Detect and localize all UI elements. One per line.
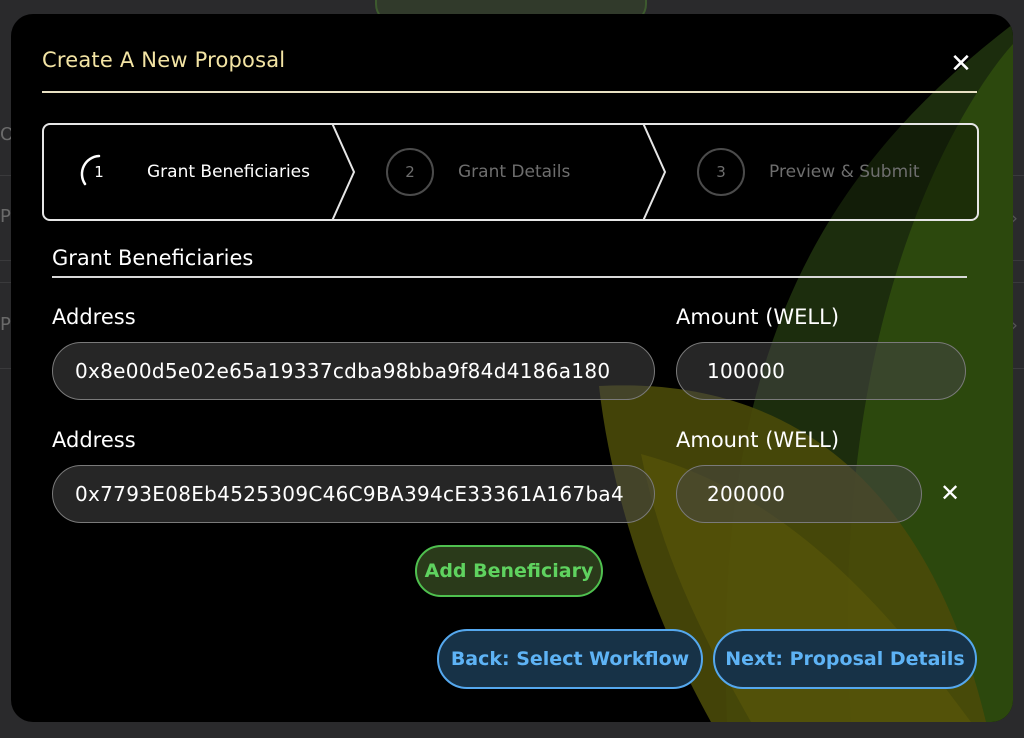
step-preview-submit[interactable]: 3 Preview & Submit [697, 125, 920, 219]
step-indicator: 2 [386, 148, 434, 196]
stepper: 1 Grant Beneficiaries 2 Grant Details 3 … [42, 123, 979, 221]
step-number: 3 [716, 163, 726, 181]
address-input[interactable]: 0x8e00d5e02e65a19337cdba98bba9f84d4186a1… [52, 342, 655, 400]
next-button[interactable]: Next: Proposal Details [713, 629, 977, 689]
modal-title: Create A New Proposal [42, 48, 286, 72]
step-number: 2 [405, 163, 415, 181]
step-grant-beneficiaries[interactable]: 1 Grant Beneficiaries [75, 125, 310, 219]
step-label: Grant Beneficiaries [147, 162, 311, 182]
section-divider [52, 276, 967, 278]
step-label: Grant Details [458, 162, 571, 182]
step-indicator: 3 [697, 148, 745, 196]
create-proposal-modal: Create A New Proposal ✕ 1 Grant Benefici… [11, 14, 1013, 722]
amount-label: Amount (WELL) [676, 428, 840, 452]
address-label: Address [52, 305, 136, 329]
address-input[interactable]: 0x7793E08Eb4525309C46C9BA394cE33361A167b… [52, 465, 655, 523]
step-separator [331, 123, 356, 221]
step-label: Preview & Submit [769, 162, 920, 182]
step-grant-details[interactable]: 2 Grant Details [386, 125, 570, 219]
amount-label: Amount (WELL) [676, 305, 840, 329]
close-icon[interactable]: ✕ [947, 50, 975, 78]
step-separator [642, 123, 667, 221]
progress-arc-icon [80, 154, 101, 186]
address-label: Address [52, 428, 136, 452]
remove-beneficiary-icon[interactable]: ✕ [937, 480, 963, 506]
section-title: Grant Beneficiaries [52, 246, 254, 270]
step-indicator: 1 [75, 148, 123, 196]
amount-input[interactable]: 200000 [676, 465, 922, 523]
amount-input[interactable]: 100000 [676, 342, 966, 400]
title-divider [42, 91, 977, 93]
add-beneficiary-button[interactable]: Add Beneficiary [415, 545, 603, 597]
background-text: P [0, 206, 11, 227]
back-button[interactable]: Back: Select Workflow [437, 629, 703, 689]
background-text: P [0, 314, 11, 335]
